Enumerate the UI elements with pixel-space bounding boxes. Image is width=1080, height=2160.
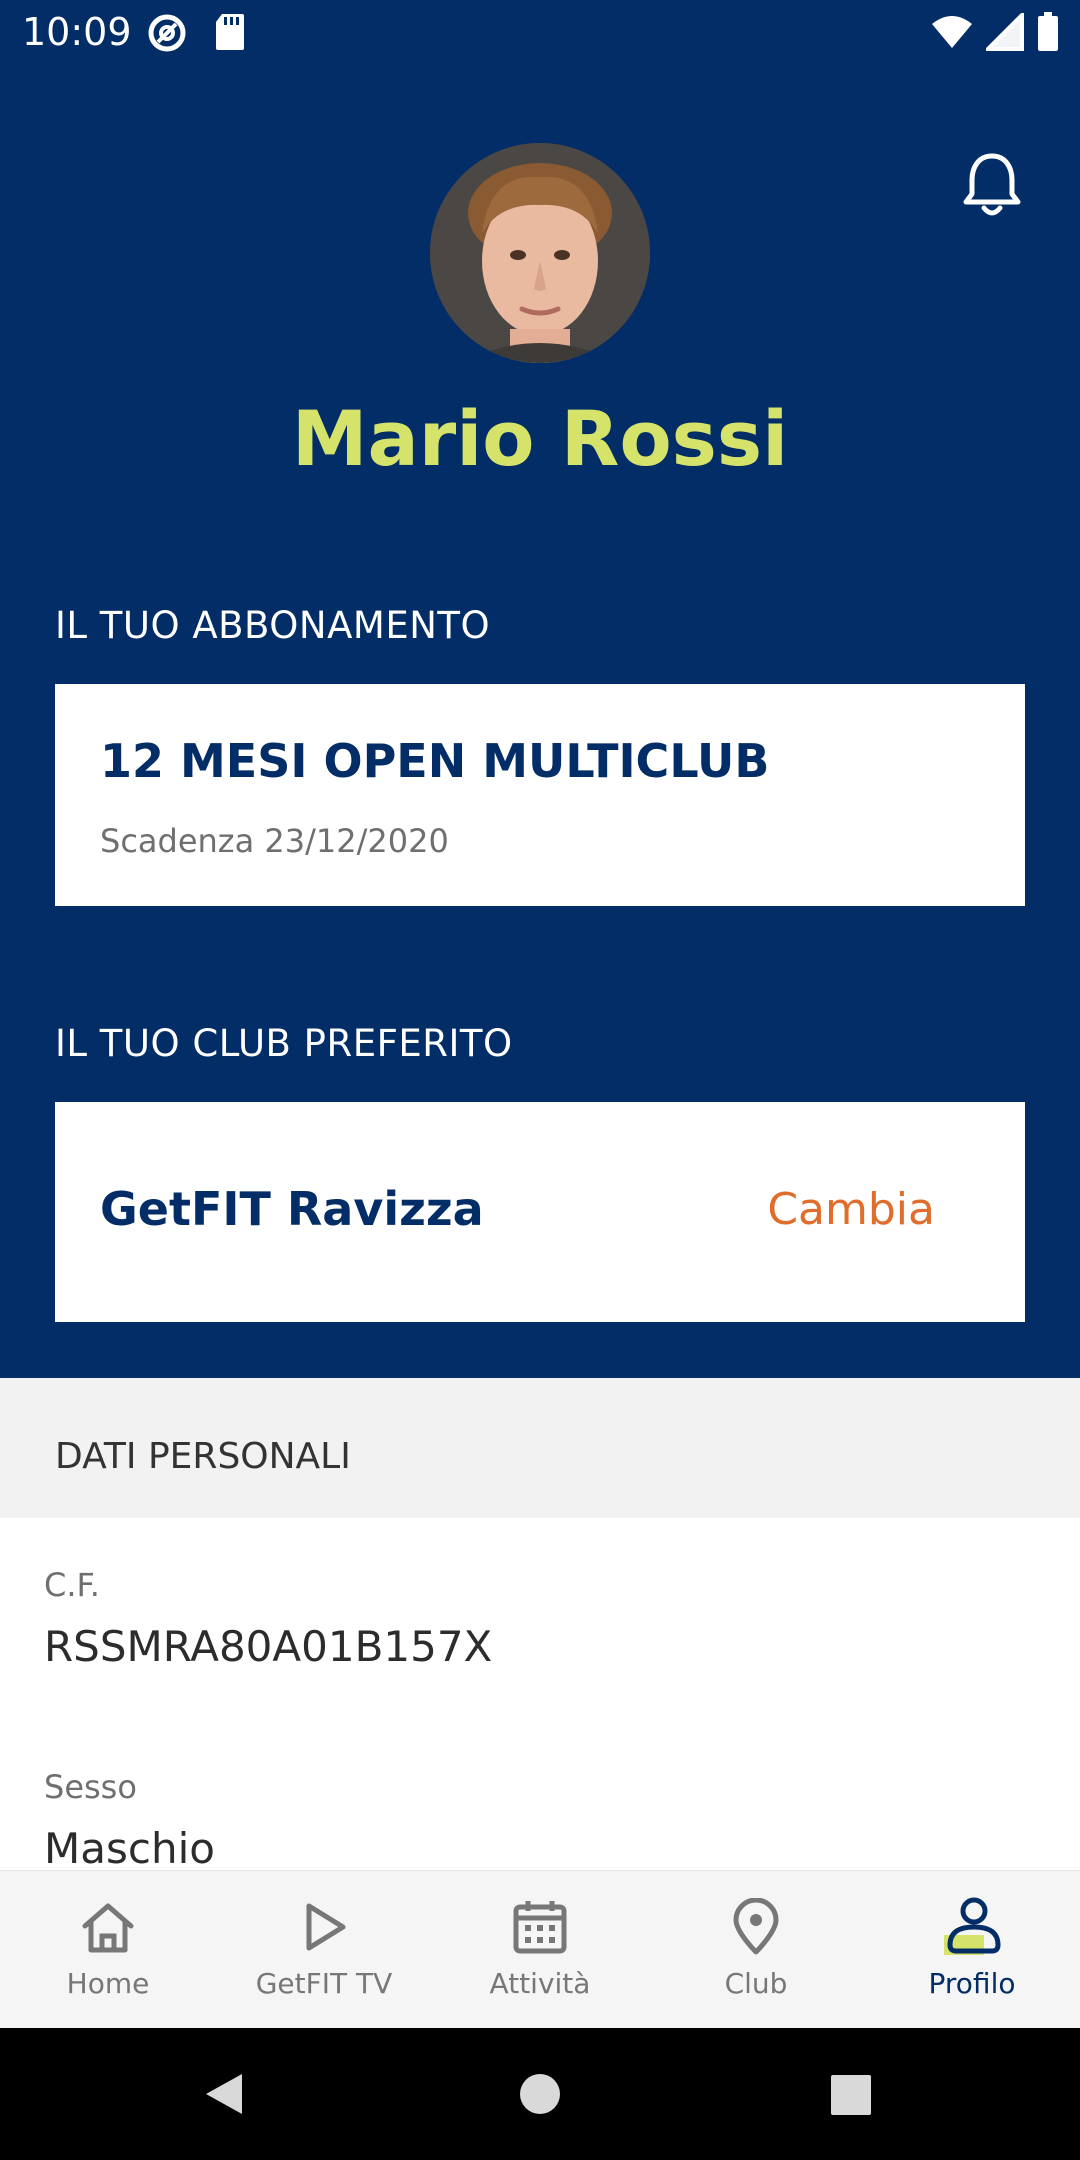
nav-home[interactable]: Home	[0, 1871, 216, 2029]
home-circle-icon[interactable]	[518, 2072, 562, 2120]
status-time: 10:09	[22, 10, 132, 54]
at-sign-icon	[146, 12, 188, 58]
nav-profilo[interactable]: Profilo	[864, 1871, 1080, 2029]
wifi-icon	[930, 14, 974, 54]
sd-card-icon	[214, 12, 246, 58]
favorite-club-section-title: IL TUO CLUB PREFERITO	[55, 1022, 513, 1065]
subscription-section-title: IL TUO ABBONAMENTO	[55, 604, 491, 647]
user-name: Mario Rossi	[291, 394, 789, 483]
favorite-club-name: GetFIT Ravizza	[100, 1182, 484, 1236]
favorite-club-card: GetFIT Ravizza Cambia	[55, 1102, 1025, 1322]
location-pin-icon	[724, 1895, 788, 1959]
nav-getfit-tv[interactable]: GetFIT TV	[216, 1871, 432, 2029]
signal-icon	[983, 10, 1024, 55]
nav-label-getfit-tv: GetFIT TV	[255, 1967, 393, 2000]
system-navigation-bar	[0, 2028, 1080, 2160]
calendar-icon	[508, 1895, 572, 1959]
profile-icon	[940, 1895, 1004, 1959]
nav-label-profilo: Profilo	[928, 1967, 1016, 2000]
subscription-plan-name: 12 MESI OPEN MULTICLUB	[100, 734, 770, 788]
subscription-expiry: Scadenza 23/12/2020	[100, 822, 449, 860]
play-icon	[292, 1895, 356, 1959]
field-label-cf: C.F.	[44, 1566, 100, 1604]
notification-bell-icon[interactable]	[960, 150, 1024, 220]
nav-label-home: Home	[66, 1967, 150, 2000]
bottom-navigation: Home GetFIT TV Attività Club Profilo	[0, 1870, 1080, 2028]
field-value-cf: RSSMRA80A01B157X	[44, 1622, 493, 1671]
home-icon	[76, 1895, 140, 1959]
field-value-gender: Maschio	[44, 1824, 215, 1873]
personal-data-title: DATI PERSONALI	[55, 1436, 351, 1477]
field-label-gender: Sesso	[44, 1768, 137, 1806]
subscription-card[interactable]: 12 MESI OPEN MULTICLUB Scadenza 23/12/20…	[55, 684, 1025, 906]
recents-square-icon[interactable]	[830, 2074, 872, 2120]
avatar[interactable]	[430, 143, 650, 363]
battery-icon	[1036, 12, 1060, 56]
change-club-button[interactable]: Cambia	[767, 1184, 935, 1235]
back-icon[interactable]	[200, 2070, 248, 2122]
nav-club[interactable]: Club	[648, 1871, 864, 2029]
nav-label-club: Club	[724, 1967, 788, 2000]
personal-data-header: DATI PERSONALI	[0, 1378, 1080, 1518]
nav-attivita[interactable]: Attività	[432, 1871, 648, 2029]
nav-label-attivita: Attività	[489, 1967, 591, 2000]
status-bar: 10:09	[0, 0, 1080, 66]
